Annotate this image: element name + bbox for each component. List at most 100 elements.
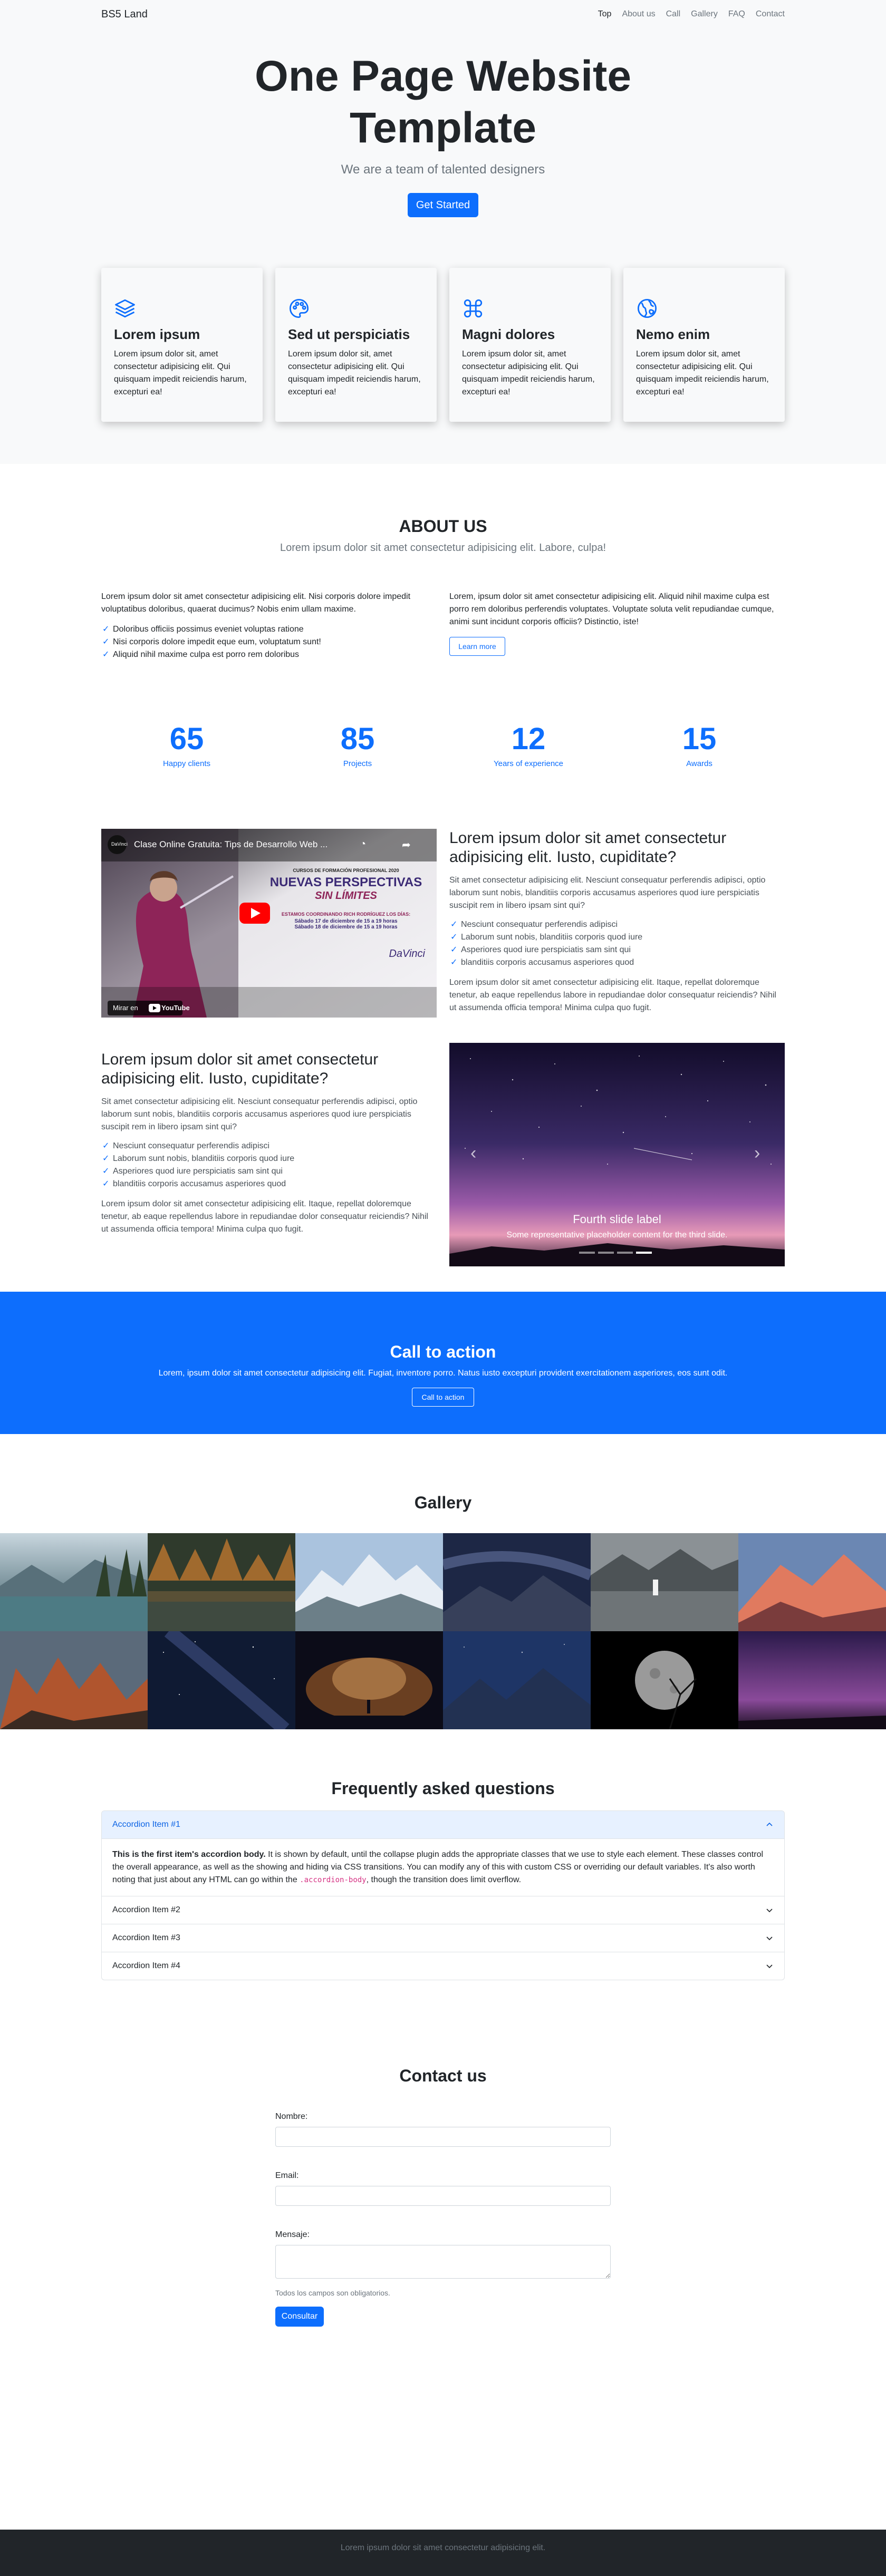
feature-checklist: Nesciunt consequatur perferendis adipisc… [101, 1140, 437, 1190]
feature-title: Lorem ipsum [114, 326, 200, 342]
share-icon[interactable]: ➦ [402, 838, 411, 851]
nav-link-call[interactable]: Call [666, 9, 681, 19]
brand-logo[interactable]: BS5 Land [101, 8, 148, 21]
accordion-item: Accordion Item #1 This is the first item… [102, 1811, 784, 1896]
stat-number: 65 [169, 722, 204, 756]
poster-header: CURSOS DE FORMACIÓN PROFESIONAL 2020 [293, 868, 399, 873]
accordion-item: Accordion Item #3 [102, 1924, 784, 1952]
feature-heading: Lorem ipsum dolor sit amet consectetur a… [449, 829, 727, 866]
accordion-body-strong: This is the first item's accordion body. [112, 1850, 266, 1859]
video-title[interactable]: Clase Online Gratuita: Tips de Desarroll… [134, 839, 355, 850]
layers-icon [115, 299, 135, 318]
email-label: Email: [275, 2171, 299, 2180]
carousel-indicator[interactable] [617, 1252, 633, 1254]
carousel-prev-icon[interactable]: ‹ [470, 1143, 476, 1164]
stats-row: 65 Happy clients 85 Projects 12 Years of ex… [101, 722, 785, 769]
feature-row-1: Lorem ipsum dolor sit amet consectetur a… [449, 829, 785, 1021]
checklist-item: Nesciunt consequatur perferendis adipisc… [101, 1140, 437, 1153]
poster-brand: DaVinci [389, 948, 425, 960]
gallery-section: Gallery [0, 1434, 886, 1737]
nav-link-top[interactable]: Top [598, 9, 612, 19]
carousel-next-icon[interactable]: › [754, 1143, 760, 1164]
stat-number: 15 [682, 722, 717, 756]
stat-item: 65 Happy clients [101, 722, 272, 769]
stat-label: Awards [686, 759, 712, 768]
hero-subtitle: We are a team of talented designers [341, 162, 545, 177]
learn-more-button[interactable]: Learn more [449, 637, 505, 656]
image-carousel[interactable]: ‹ › Fourth slide label Some representati… [449, 1043, 785, 1266]
poster-line: Sábado 17 de diciembre de 15 a 19 horas [294, 918, 398, 924]
cta-title: Call to action [390, 1342, 496, 1361]
video-channel-name: DaVinci [111, 841, 128, 847]
video-poster-text: CURSOS DE FORMACIÓN PROFESIONAL 2020 NUE… [267, 868, 425, 960]
accordion-header[interactable]: Accordion Item #1 [102, 1811, 784, 1838]
nav-link-gallery[interactable]: Gallery [691, 9, 718, 19]
contact-title: Contact us [399, 2066, 487, 2085]
feature-row-2: Lorem ipsum dolor sit amet consectetur a… [101, 1050, 437, 1242]
carousel-caption: Fourth slide label Some representative p… [449, 1213, 785, 1240]
footer: Lorem ipsum dolor sit amet consectetur a… [0, 2530, 886, 2576]
clock-icon[interactable]: ◔ [360, 838, 366, 850]
nav-link-faq[interactable]: FAQ [728, 9, 745, 19]
stat-label: Happy clients [162, 759, 211, 768]
gallery-image-moon-branch[interactable] [591, 1631, 738, 1729]
accordion-header[interactable]: Accordion Item #3 [102, 1924, 784, 1952]
accordion-header[interactable]: Accordion Item #4 [102, 1952, 784, 1980]
carousel-indicators [579, 1252, 652, 1254]
accordion-body-end: , though the transition does limit overf… [366, 1875, 522, 1884]
submit-button[interactable]: Consultar [275, 2307, 324, 2327]
gallery-image-starry-night[interactable] [148, 1631, 295, 1729]
gallery-image-purple-sky[interactable] [738, 1631, 886, 1729]
hero-section: BS5 Land Top About us Call Gallery FAQ C… [0, 0, 886, 464]
message-field[interactable] [275, 2245, 611, 2279]
youtube-logo[interactable]: YouTube [161, 1004, 190, 1012]
carousel-indicator-active[interactable] [636, 1252, 652, 1254]
carousel-indicator[interactable] [598, 1252, 614, 1254]
globe-icon [637, 298, 657, 318]
about-lead: Lorem ipsum dolor sit amet consectetur a… [280, 542, 606, 554]
video-embed[interactable]: DaVinci Clase Online Gratuita: Tips de D… [101, 829, 437, 1018]
checklist-item: Asperiores quod iure perspiciatis sam si… [449, 944, 785, 956]
name-field[interactable] [275, 2127, 611, 2147]
carousel-indicator[interactable] [579, 1252, 595, 1254]
feature-text: Lorem ipsum dolor sit, amet consectetur … [114, 350, 247, 396]
call-to-action-button[interactable]: Call to action [412, 1388, 474, 1407]
gallery-image-pink-peaks[interactable] [738, 1533, 886, 1631]
gallery-image-autumn-lake[interactable] [148, 1533, 295, 1631]
command-icon [464, 299, 483, 318]
hero-title: One Page Website Template [255, 52, 631, 152]
contact-section: Contact us Nombre: Email: Mensaje: Todos… [0, 2022, 886, 2576]
form-help-text: Todos los campos son obligatorios. [275, 2289, 390, 2297]
stat-item: 15 Awards [614, 722, 785, 769]
gallery-image-galaxy-silhouette[interactable] [295, 1631, 443, 1729]
nav-link-contact[interactable]: Contact [756, 9, 785, 19]
watch-on-label[interactable]: Mirar en [113, 1004, 138, 1012]
chevron-down-icon [766, 1964, 773, 1969]
gallery-image-snowy-mountains[interactable] [295, 1533, 443, 1631]
get-started-button[interactable]: Get Started [408, 193, 478, 217]
accordion-header[interactable]: Accordion Item #2 [102, 1896, 784, 1924]
gallery-image-orange-rocks[interactable] [0, 1631, 148, 1729]
palette-icon [289, 298, 309, 318]
gallery-image-milky-way-mountain[interactable] [443, 1533, 591, 1631]
checklist-item: Asperiores quod iure perspiciatis sam si… [101, 1165, 437, 1178]
about-checklist: Doloribus officiis possimus eveniet volu… [101, 623, 430, 661]
feature-checklist: Nesciunt consequatur perferendis adipisc… [449, 918, 785, 969]
chevron-down-icon [766, 1909, 773, 1913]
gallery-image-night-peaks[interactable] [443, 1631, 591, 1729]
checklist-item: Doloribus officiis possimus eveniet volu… [101, 623, 430, 636]
email-field[interactable] [275, 2186, 611, 2206]
navbar: BS5 Land Top About us Call Gallery FAQ C… [101, 0, 785, 30]
gallery-image-misty-lake[interactable] [591, 1533, 738, 1631]
footer-text: Lorem ipsum dolor sit amet consectetur a… [340, 2543, 546, 2552]
feature-card: Nemo enim Lorem ipsum dolor sit, amet co… [623, 268, 785, 422]
poster-title: NUEVAS PERSPECTIVAS [269, 875, 422, 889]
nav-link-about[interactable]: About us [622, 9, 655, 19]
gallery-image-lake-forest[interactable] [0, 1533, 148, 1631]
poster-subtitle: SIN LÍMITES [315, 890, 377, 902]
feature-title: Sed ut perspiciatis [288, 326, 410, 342]
faq-section: Frequently asked questions Accordion Ite… [0, 1737, 886, 2022]
feature-card: Lorem ipsum Lorem ipsum dolor sit, amet … [101, 268, 263, 422]
checklist-item: Laborum sunt nobis, blanditiis corporis … [101, 1153, 437, 1165]
stat-number: 85 [340, 722, 375, 756]
